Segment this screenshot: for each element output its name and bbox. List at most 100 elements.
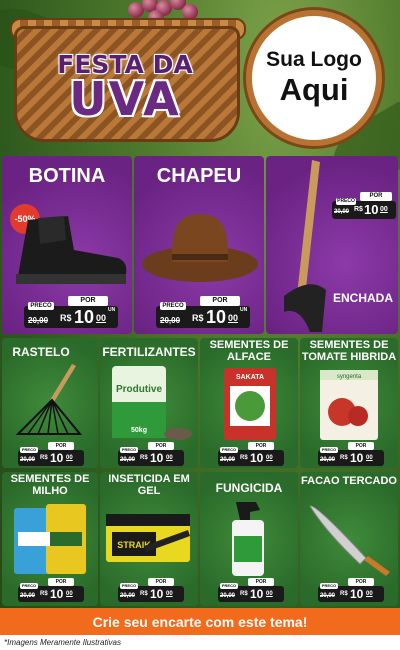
old-price: 20,00 [334, 209, 350, 215]
corn-seed-bags-image [14, 504, 86, 574]
old-price: 20,00 [220, 457, 236, 463]
price-preco-label: PRECO [20, 583, 38, 589]
product-name: FUNGICIDA [215, 481, 283, 495]
price-preco-label: PRECO [320, 583, 338, 589]
old-price: 20,00 [28, 316, 49, 325]
price-preco-label: PRECO [336, 198, 356, 205]
price-por-label: POR [148, 442, 174, 450]
product-name: RASTELO [12, 345, 70, 359]
price-cents: 00 [366, 591, 373, 597]
product-card-fertilizantes[interactable]: FERTILIZANTES Produtive 50kg POR 20,00 R… [100, 338, 198, 468]
product-card-chapeu[interactable]: CHAPEU POR 20,00 R$ 10 00 UN PRECO [134, 156, 264, 334]
old-price: 20,00 [120, 593, 136, 599]
product-card-sementes-alface[interactable]: SEMENTES DE ALFACE SAKATA POR 20,00 R$ 1… [200, 338, 298, 468]
fungicide-spray-image [232, 502, 264, 576]
price-por-label: POR [360, 192, 392, 201]
pack-brand-text: SAKATA [236, 374, 264, 381]
product-card-facao[interactable]: FACAO TERCADO POR 20,00 R$ 10 00 PRECO [300, 472, 398, 606]
price-cents: 00 [66, 591, 73, 597]
product-name: FERTILIZANTES [102, 345, 196, 359]
lettuce-seed-pack-image: SAKATA [224, 368, 276, 440]
footnote: *Imagens Meramente Ilustrativas [4, 638, 121, 647]
price-int: 10 [350, 587, 364, 601]
logo-text-line2: Aqui [279, 72, 349, 107]
price-int: 10 [50, 587, 64, 601]
hoe-image [284, 160, 326, 332]
product-name: ENCHADA [333, 291, 393, 305]
logo-text-line1: Sua Logo [266, 48, 362, 71]
product-name: SEMENTES DE TOMATE HIBRIDA [301, 339, 397, 363]
product-name: FACAO TERCADO [301, 475, 397, 487]
price-cents: 00 [266, 455, 273, 461]
price-cents: 00 [366, 455, 373, 461]
price-por-label: POR [248, 578, 274, 586]
product-card-botina[interactable]: BOTINA -50% POR 20,00 R$ 10 00 UN PRECO [2, 156, 132, 334]
price-unit: UN [108, 307, 116, 313]
price-preco-label: PRECO [160, 302, 186, 310]
currency: R$ [240, 591, 248, 597]
price-por-label: POR [68, 296, 108, 306]
fertilizer-bag-image: Produtive 50kg [112, 366, 192, 440]
currency: R$ [40, 591, 48, 597]
price-cents: 00 [66, 455, 73, 461]
price-cents: 00 [166, 455, 173, 461]
pack-brand-text: syngenta [337, 374, 362, 380]
currency: R$ [40, 455, 48, 461]
currency: R$ [340, 455, 348, 461]
price-int: 10 [50, 451, 64, 465]
price-int: 10 [364, 202, 379, 217]
price-preco-label: PRECO [120, 447, 138, 453]
old-price: 20,00 [320, 593, 336, 599]
price-preco-label: PRECO [220, 447, 238, 453]
price-int: 10 [150, 587, 164, 601]
product-card-sementes-tomate[interactable]: SEMENTES DE TOMATE HIBRIDA syngenta POR … [300, 338, 398, 468]
price-preco-label: PRECO [220, 583, 238, 589]
product-name: BOTINA [28, 165, 106, 187]
price-int: 10 [250, 587, 264, 601]
price-por-label: POR [200, 296, 240, 306]
currency: R$ [354, 206, 363, 213]
price-por-label: POR [148, 578, 174, 586]
product-name: SEMENTES DE ALFACE [209, 339, 289, 363]
price-preco-label: PRECO [320, 447, 338, 453]
old-price: 20,00 [160, 316, 181, 325]
price-cents: 00 [380, 206, 388, 213]
price-por-label: POR [348, 578, 374, 586]
currency: R$ [60, 313, 72, 323]
product-card-enchada[interactable]: ENCHADA POR 20,00 R$ 10 00 PRECO [266, 156, 398, 334]
product-name: INSETICIDA EM GEL [108, 473, 190, 497]
price-cents: 00 [96, 313, 107, 323]
old-price: 20,00 [320, 457, 336, 463]
logo-placeholder[interactable]: Sua Logo Aqui [246, 10, 382, 146]
price-unit: UN [240, 307, 248, 313]
product-card-sementes-milho[interactable]: SEMENTES DE MILHO POR 20,00 R$ 10 00 PRE… [2, 472, 98, 606]
price-int: 10 [250, 451, 264, 465]
currency: R$ [140, 455, 148, 461]
price-cents: 00 [266, 591, 273, 597]
price-por-label: POR [248, 442, 274, 450]
create-flyer-button[interactable]: Crie seu encarte com este tema! [0, 608, 400, 635]
product-card-rastelo[interactable]: RASTELO POR 20,00 R$ 10 00 PRECO [2, 338, 98, 468]
rake-image [15, 364, 83, 435]
price-int: 10 [150, 451, 164, 465]
old-price: 20,00 [120, 457, 136, 463]
price-preco-label: PRECO [120, 583, 138, 589]
old-price: 20,00 [220, 593, 236, 599]
price-int: 10 [74, 307, 95, 327]
product-card-fungicida[interactable]: FUNGICIDA POR 20,00 R$ 10 00 PRECO [200, 472, 298, 606]
price-int: 10 [206, 307, 227, 327]
flyer-page: FESTA DA UVA Sua Logo Aqui BOTINA -50% P… [0, 0, 400, 650]
machete-image [309, 505, 390, 576]
title-uva: UVA [69, 72, 181, 126]
insecticide-gel-image: STRAIK [106, 514, 190, 562]
price-cents: 00 [228, 313, 239, 323]
tomato-seed-pack-image: syngenta [320, 370, 378, 440]
product-card-inseticida[interactable]: INSETICIDA EM GEL STRAIK POR 20,00 R$ 10… [100, 472, 198, 606]
hat-image [142, 214, 258, 282]
price-preco-label: PRECO [28, 302, 54, 310]
currency: R$ [192, 313, 204, 323]
bag-brand-text: Produtive [116, 384, 163, 395]
old-price: 20,00 [20, 457, 36, 463]
price-cents: 00 [166, 591, 173, 597]
price-int: 10 [350, 451, 364, 465]
